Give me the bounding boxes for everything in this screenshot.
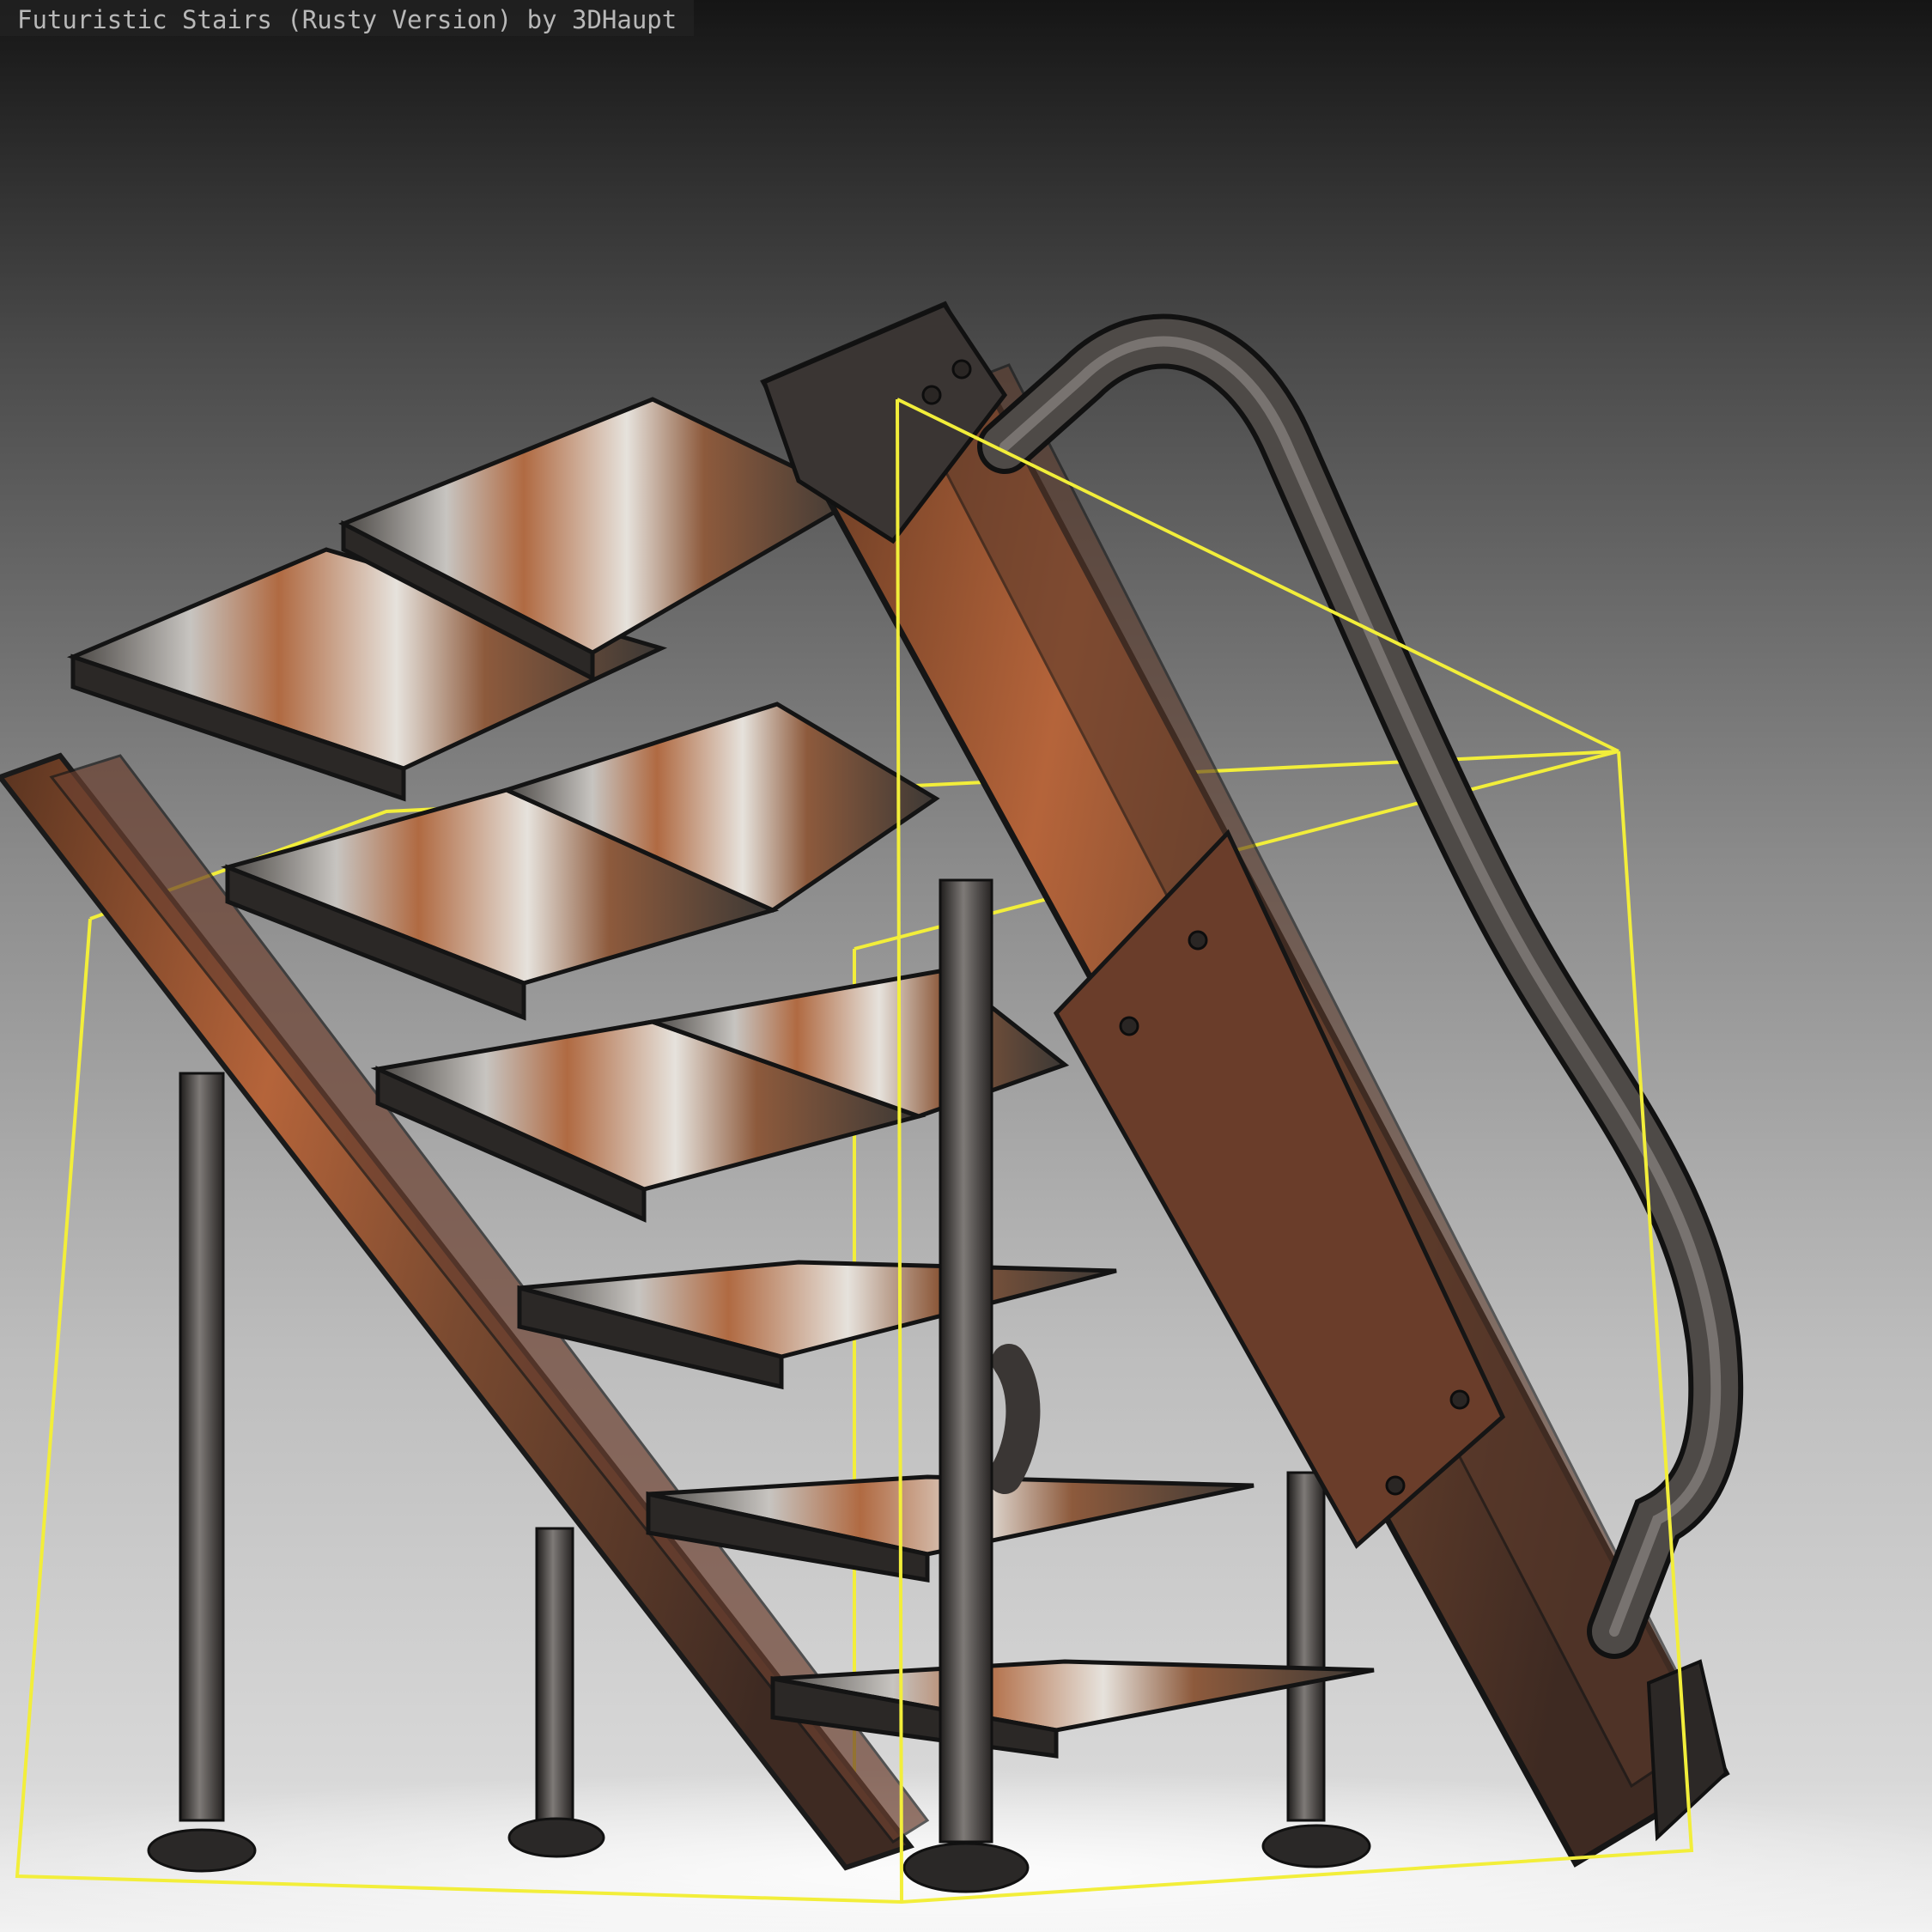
- stringer-panel: [1053, 829, 1506, 1549]
- 3d-viewport[interactable]: [0, 0, 1932, 1932]
- viewer-title: Futuristic Stairs (Rusty Version) by 3DH…: [0, 0, 695, 36]
- front-left-leg: [147, 1072, 257, 1873]
